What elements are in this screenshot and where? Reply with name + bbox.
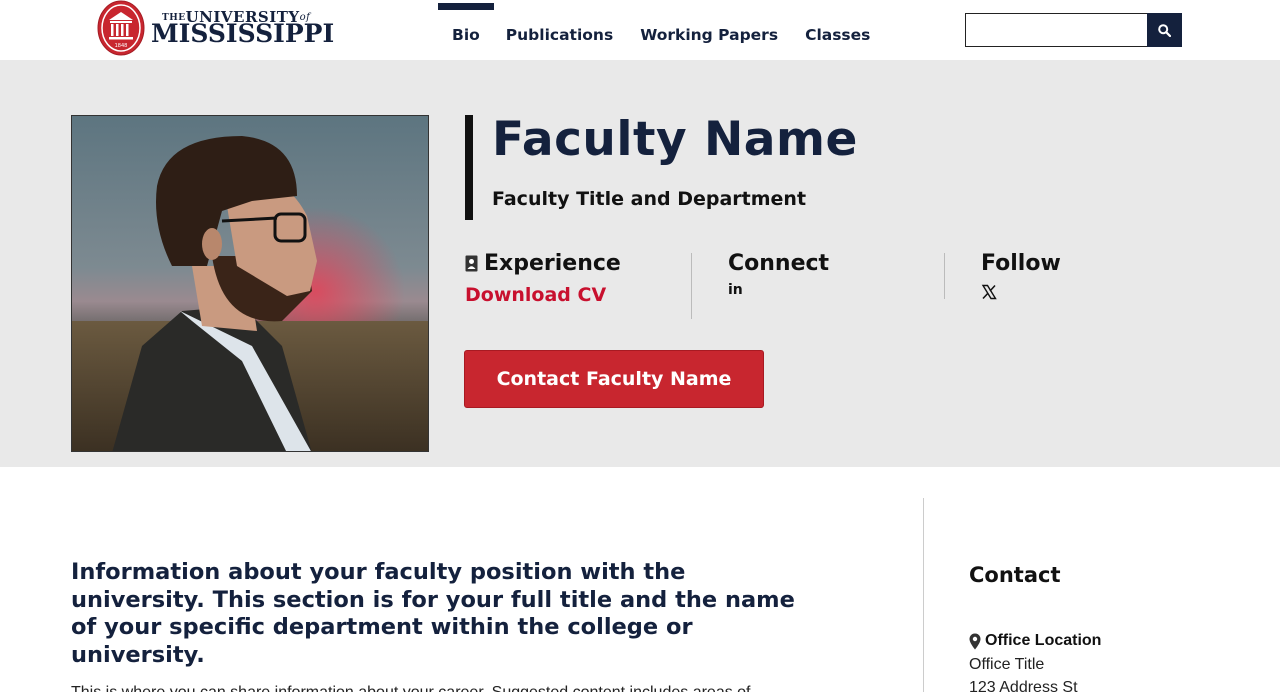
experience-column: Experience Download CV [465,251,621,306]
follow-heading: Follow [981,251,1061,276]
university-logo[interactable]: 1848 THEUNIVERSITYof MISSISSIPPI [96,0,336,58]
download-cv-link[interactable]: Download CV [465,284,621,306]
contact-heading: Contact [969,563,1061,587]
main-nav: Bio Publications Working Papers Classes [438,0,897,60]
office-location-text: Office Location [985,632,1102,649]
position-info-heading: Information about your faculty position … [71,559,795,668]
search-icon [1158,23,1171,37]
column-divider [691,253,692,319]
experience-heading: Experience [465,251,621,276]
office-location-label: Office Location [969,632,1101,650]
faculty-photo [71,115,429,452]
contact-faculty-button[interactable]: Contact Faculty Name [464,350,764,408]
faculty-name: Faculty Name [492,112,858,167]
seal-year: 1848 [115,43,128,49]
document-person-icon [465,255,478,272]
map-pin-icon [969,633,981,649]
x-icon[interactable] [981,284,997,300]
body-paragraph: This is where you can share information … [71,684,791,692]
connect-column: Connect in [728,251,829,298]
logo-wordmark-mississippi: MISSISSIPPI [151,19,335,48]
follow-column: Follow [981,251,1061,300]
sidebar-divider [923,498,924,692]
column-divider [944,253,945,299]
nav-item-bio[interactable]: Bio [438,0,494,60]
nav-item-working-papers[interactable]: Working Papers [640,0,778,60]
nav-item-classes[interactable]: Classes [805,0,870,60]
faculty-title: Faculty Title and Department [492,188,807,210]
office-title: Office Title [969,656,1045,673]
title-accent-bar [465,115,473,220]
search-button[interactable] [1147,13,1182,47]
profile-hero: Faculty Name Faculty Title and Departmen… [0,60,1280,467]
university-seal-icon: 1848 [97,0,145,56]
linkedin-icon[interactable]: in [728,282,829,298]
faculty-portrait-image [72,116,428,451]
search-form [965,13,1182,47]
connect-heading: Connect [728,251,830,276]
nav-item-publications[interactable]: Publications [506,0,613,60]
experience-heading-label: Experience [484,251,621,276]
search-input[interactable] [965,13,1148,47]
office-address: 123 Address St [969,679,1078,692]
site-header: 1848 THEUNIVERSITYof MISSISSIPPI Bio Pub… [0,0,1280,60]
